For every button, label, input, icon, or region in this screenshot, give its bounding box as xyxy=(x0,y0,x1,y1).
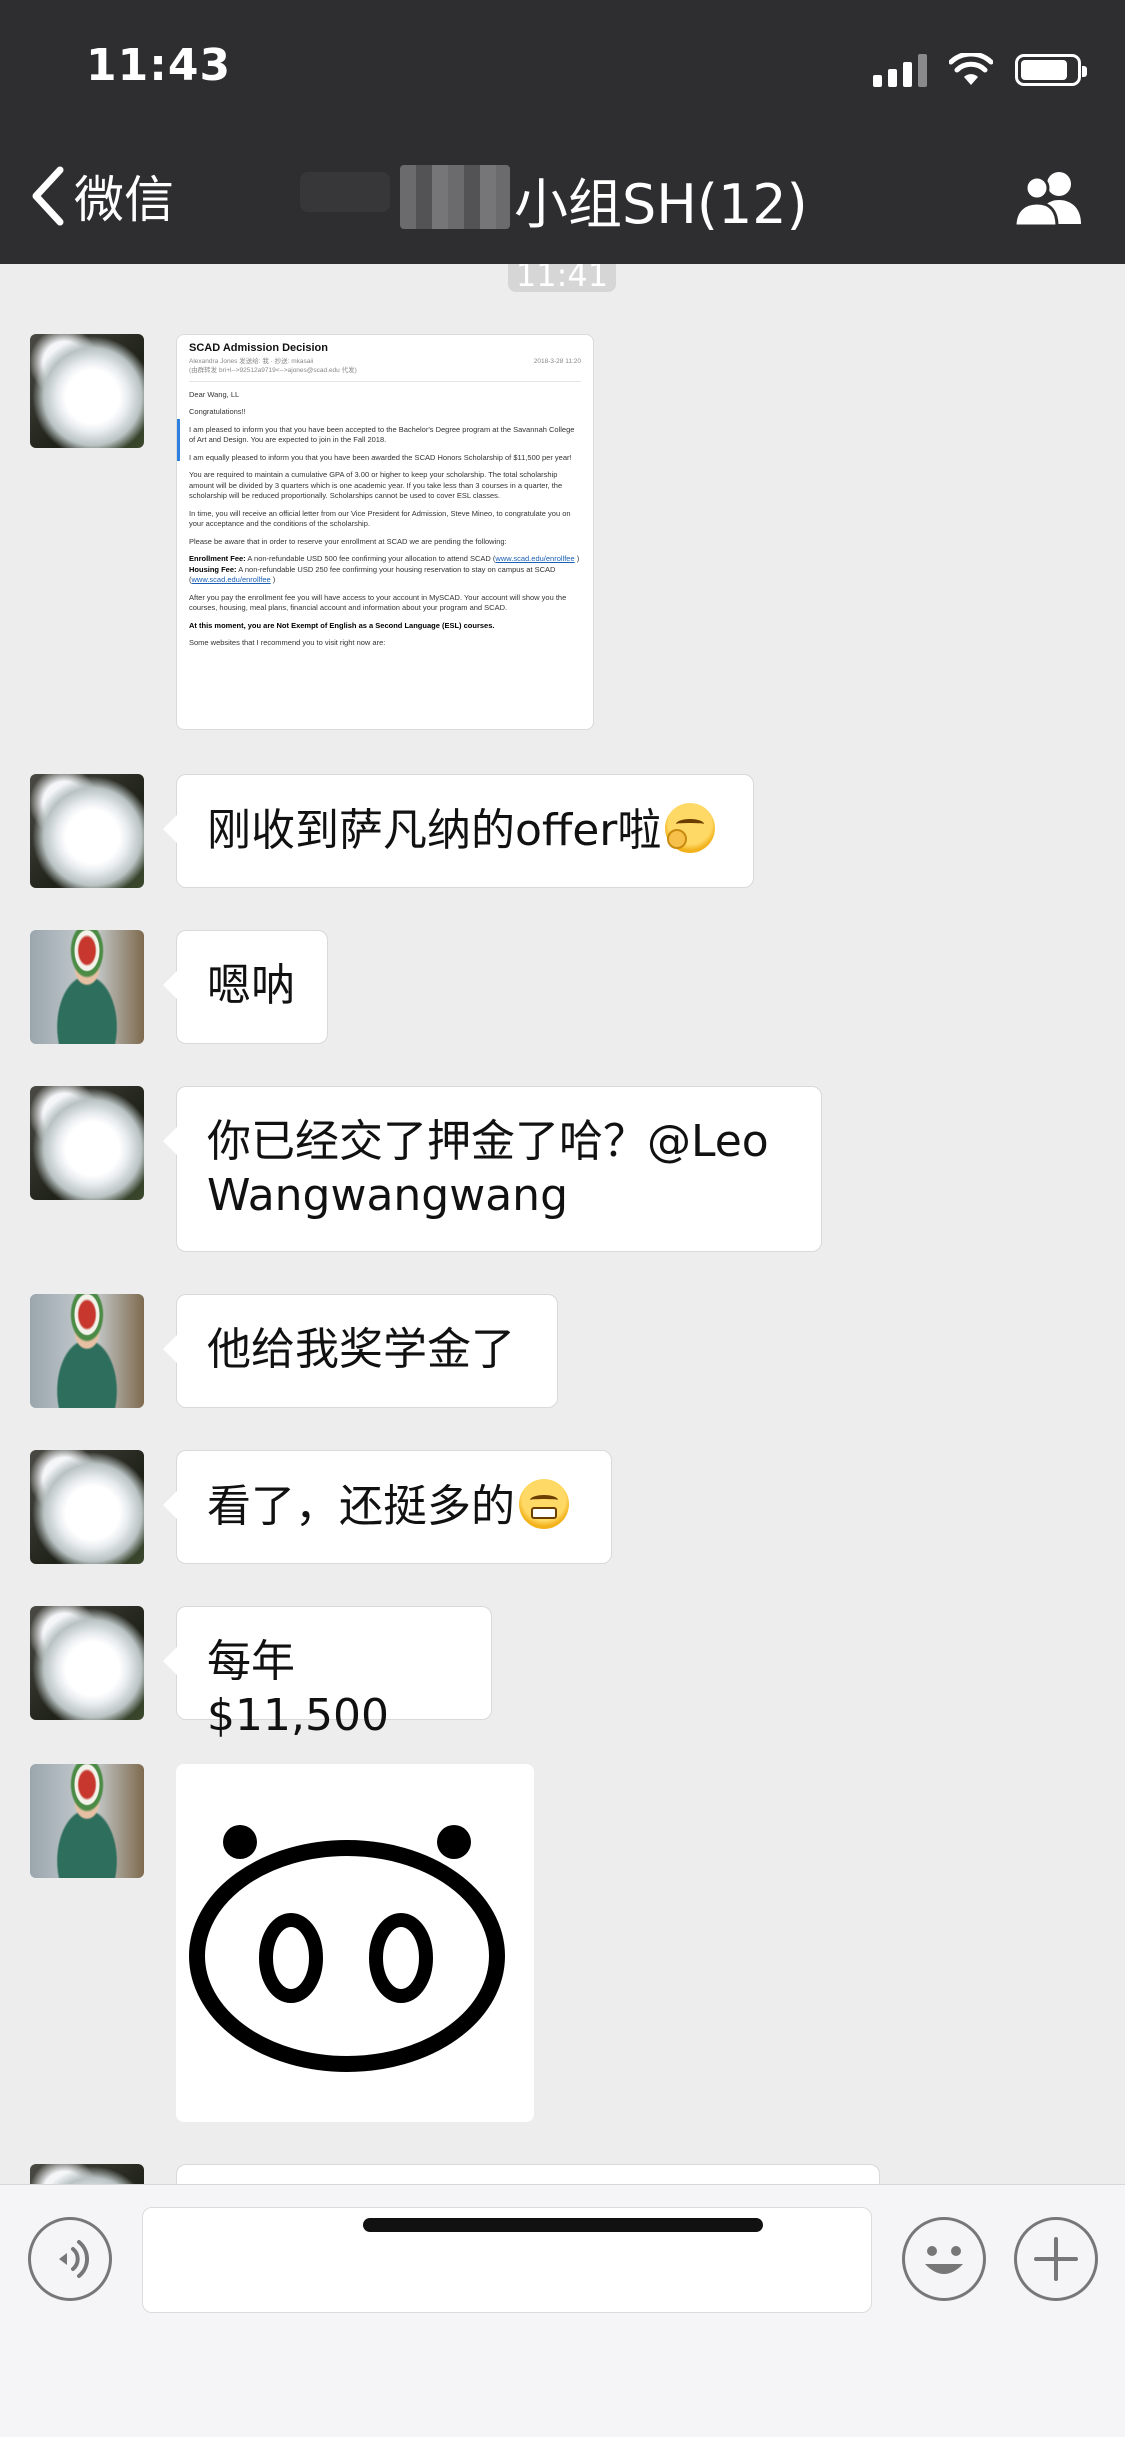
email-congrats: Congratulations!! xyxy=(189,407,246,416)
email-sender-addr: (由群转发 bri+l-->92512a9719<-->ajones@scad.… xyxy=(189,366,357,374)
message-bubble[interactable]: 你已经交了押金了哈？@Leo Wangwangwang xyxy=(163,1086,822,1252)
email-meta: Alexandra Jones 发送给: 我 · 抄送: mkasaii 201… xyxy=(189,357,581,366)
chevron-left-icon xyxy=(32,166,64,226)
avatar[interactable] xyxy=(30,334,144,448)
voice-icon xyxy=(59,2240,90,2278)
email-paragraph: In time, you will receive an official le… xyxy=(189,508,571,529)
cellular-signal-icon xyxy=(873,53,927,87)
email-paragraph: At this moment, you are Not Exempt of En… xyxy=(189,620,495,630)
message-text: 嗯呐 xyxy=(207,960,295,1011)
email-paragraph: I am equally pleased to inform you that … xyxy=(189,452,572,462)
plus-icon xyxy=(1034,2237,1078,2281)
hand-over-mouth-emoji-icon xyxy=(665,803,716,853)
group-people-icon xyxy=(1013,172,1081,228)
home-indicator[interactable] xyxy=(363,2218,763,2232)
group-members-button[interactable] xyxy=(1013,168,1085,232)
back-button[interactable]: 微信 xyxy=(28,160,174,232)
smiley-icon xyxy=(925,2246,963,2274)
email-paragraph: Please be aware that in order to reserve… xyxy=(189,536,507,546)
chat-area[interactable]: SCAD Admission Decision Alexandra Jones … xyxy=(0,264,1125,2184)
status-icons xyxy=(873,48,1087,92)
message-bubble[interactable]: 刚收到萨凡纳的offer啦 xyxy=(163,774,754,888)
message-text-line: 你已经交了押金了哈？@Leo xyxy=(207,1116,769,1167)
battery-icon xyxy=(1015,54,1087,86)
message-bubble[interactable]: 看了，还挺多的 xyxy=(163,1450,612,1564)
email-paragraph: Some websites that I recommend you to vi… xyxy=(189,638,386,647)
status-time: 11:43 xyxy=(86,40,232,91)
email-link[interactable]: www.scad.edu/enrollfee xyxy=(192,575,271,584)
message-text: 刚收到萨凡纳的offer啦 xyxy=(207,805,662,856)
quote-bar xyxy=(177,419,180,461)
more-button[interactable] xyxy=(1014,2217,1098,2301)
title-blur xyxy=(300,172,390,212)
email-sender: Alexandra Jones xyxy=(189,357,238,365)
avatar[interactable] xyxy=(30,1294,144,1408)
avatar[interactable] xyxy=(30,1450,144,1564)
voice-input-button[interactable] xyxy=(28,2217,112,2301)
nav-header: 11:43 微信 小组SH(12) xyxy=(0,0,1125,264)
email-content: SCAD Admission Decision Alexandra Jones … xyxy=(177,335,593,664)
avatar[interactable] xyxy=(30,774,144,888)
pig-nose-sticker[interactable] xyxy=(176,1764,534,2122)
avatar[interactable] xyxy=(30,1606,144,1720)
grimacing-emoji-icon xyxy=(519,1479,569,1529)
email-date: 2018-3-28 11:20 xyxy=(533,357,581,365)
message-bubble[interactable] xyxy=(176,2164,880,2184)
message-text: 看了，还挺多的 xyxy=(207,1481,515,1532)
email-meta-extra: 发送给: 我 · 抄送: mkasaii xyxy=(239,357,314,365)
avatar[interactable] xyxy=(30,2164,144,2184)
email-fees: Enrollment Fee: A non-refundable USD 500… xyxy=(189,554,580,584)
emoji-button[interactable] xyxy=(902,2217,986,2301)
wifi-icon xyxy=(949,53,993,85)
pig-nose-icon xyxy=(189,1825,505,2072)
title-mosaic xyxy=(400,165,510,229)
avatar[interactable] xyxy=(30,1086,144,1200)
avatar[interactable] xyxy=(30,1764,144,1878)
avatar[interactable] xyxy=(30,930,144,1044)
chat-title: 小组SH(12) xyxy=(514,173,808,236)
message-bubble[interactable]: 每年$11,500 xyxy=(163,1606,492,1741)
email-screenshot-image[interactable]: SCAD Admission Decision Alexandra Jones … xyxy=(176,334,594,730)
email-greeting: Dear Wang, LL xyxy=(189,389,240,399)
message-text-line: Wangwangwang xyxy=(207,1170,569,1221)
email-paragraph: After you pay the enrollment fee you wil… xyxy=(189,592,567,613)
message-text: 每年$11,500 xyxy=(207,1636,389,1741)
email-paragraph: You are required to maintain a cumulativ… xyxy=(189,470,563,500)
back-label: 微信 xyxy=(74,171,174,229)
message-bubble[interactable]: 他给我奖学金了 xyxy=(163,1294,558,1408)
message-bubble[interactable]: 嗯呐 xyxy=(163,930,328,1044)
email-subject: SCAD Admission Decision xyxy=(189,342,328,354)
email-paragraph: I am pleased to inform you that you have… xyxy=(189,424,575,445)
email-link[interactable]: www.scad.edu/enrollfee xyxy=(495,554,574,563)
message-text: 他给我奖学金了 xyxy=(207,1324,515,1375)
